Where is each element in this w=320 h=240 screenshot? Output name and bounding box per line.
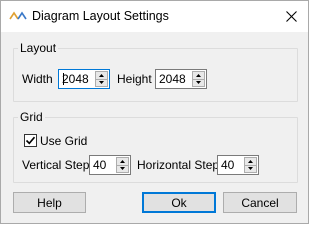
spin-down-icon xyxy=(196,81,201,85)
height-value[interactable]: 2048 xyxy=(159,72,186,86)
height-spin-arrows xyxy=(192,71,205,87)
window-title: Diagram Layout Settings xyxy=(32,9,169,23)
height-spin-up-button[interactable] xyxy=(192,71,205,80)
horizontal-step-spin-arrows xyxy=(244,157,257,173)
width-spinbox[interactable]: 2048 xyxy=(58,69,110,89)
dialog-window: Diagram Layout Settings Layout Width 204… xyxy=(0,0,309,224)
spin-down-icon xyxy=(99,81,104,85)
height-spinbox[interactable]: 2048 xyxy=(155,69,207,89)
close-icon xyxy=(285,11,297,22)
width-value[interactable]: 2048 xyxy=(62,72,89,86)
grid-group: Grid Use Grid Vertical Step 40 Horizonta… xyxy=(13,110,298,183)
vertical-step-spinbox[interactable]: 40 xyxy=(89,155,131,175)
vertical-step-value[interactable]: 40 xyxy=(93,158,106,172)
diagram-layout-icon xyxy=(9,11,27,20)
horizontal-step-spin-down-button[interactable] xyxy=(244,165,257,173)
spin-up-icon xyxy=(120,159,125,163)
spin-up-icon xyxy=(248,159,253,163)
horizontal-step-spin-up-button[interactable] xyxy=(244,157,257,166)
horizontal-step-spinbox[interactable]: 40 xyxy=(217,155,259,175)
layout-group: Layout Width 2048 Height 2048 xyxy=(13,41,298,102)
spin-down-icon xyxy=(120,167,125,171)
cancel-button[interactable]: Cancel xyxy=(223,192,297,213)
title-bar[interactable]: Diagram Layout Settings xyxy=(1,1,308,32)
grid-group-title: Grid xyxy=(18,110,45,124)
width-spin-up-button[interactable] xyxy=(95,71,108,80)
vertical-step-label: Vertical Step xyxy=(22,158,90,172)
height-label: Height xyxy=(117,72,152,86)
vertical-step-spin-arrows xyxy=(116,157,129,173)
close-button[interactable] xyxy=(274,1,308,32)
height-spin-down-button[interactable] xyxy=(192,79,205,87)
help-button[interactable]: Help xyxy=(13,192,86,213)
spin-down-icon xyxy=(248,167,253,171)
width-label: Width xyxy=(22,72,53,86)
vertical-step-spin-up-button[interactable] xyxy=(116,157,129,166)
horizontal-step-value[interactable]: 40 xyxy=(221,158,234,172)
width-spin-down-button[interactable] xyxy=(95,79,108,87)
checkmark-icon xyxy=(25,136,36,145)
spin-up-icon xyxy=(196,73,201,77)
horizontal-step-label: Horizontal Step xyxy=(137,158,220,172)
vertical-step-spin-down-button[interactable] xyxy=(116,165,129,173)
use-grid-checkbox[interactable] xyxy=(24,134,37,147)
layout-group-title: Layout xyxy=(18,41,59,55)
ok-button[interactable]: Ok xyxy=(142,192,216,213)
spin-up-icon xyxy=(99,73,104,77)
use-grid-label[interactable]: Use Grid xyxy=(40,134,87,148)
width-spin-arrows xyxy=(95,71,108,87)
